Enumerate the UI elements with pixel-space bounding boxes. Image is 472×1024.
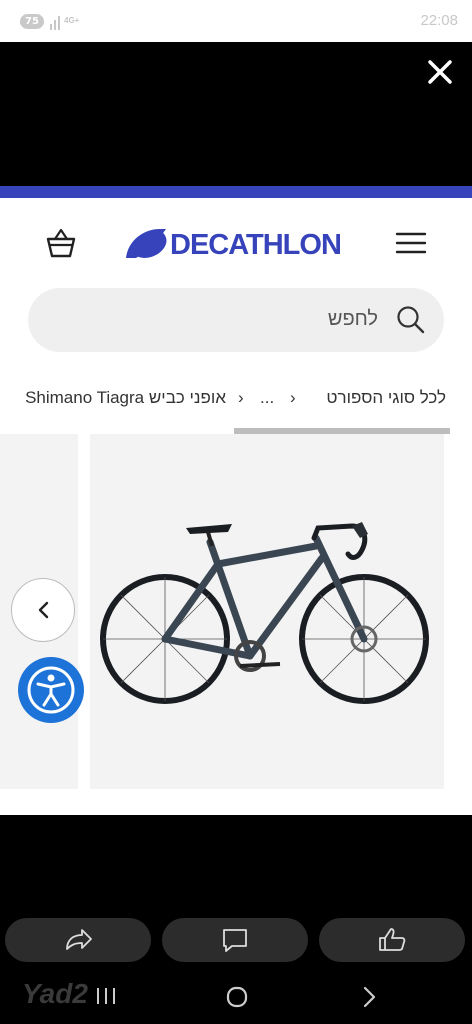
- brand-name: DECATHLON: [170, 229, 341, 260]
- chevron-icon: ›: [238, 388, 244, 407]
- recent-apps-icon[interactable]: [92, 984, 120, 1008]
- close-icon[interactable]: [420, 52, 460, 92]
- status-time: 22:08: [420, 12, 458, 29]
- chevron-icon: ›: [290, 388, 296, 407]
- search-input[interactable]: לחפש: [28, 288, 444, 352]
- signal-icon: 4G+: [50, 16, 80, 30]
- breadcrumb-item-ellipsis[interactable]: ...: [260, 388, 274, 408]
- product-image[interactable]: [90, 434, 444, 789]
- brand-strip: [0, 186, 472, 198]
- cart-icon[interactable]: [44, 226, 78, 260]
- search-icon[interactable]: [396, 305, 426, 335]
- action-bar: [0, 912, 472, 968]
- road-bike-image: [100, 522, 429, 704]
- breadcrumb: לכל סוגי הספורט › ... › אופני כביש Shima…: [0, 384, 472, 414]
- breadcrumb-item-current[interactable]: אופני כביש Shimano Tiagra: [25, 388, 226, 408]
- product-page: DECATHLON לחפש לכל סוגי הספורט › ... › א…: [0, 198, 472, 815]
- status-bar: 75 4G+ 22:08: [0, 0, 472, 42]
- back-icon[interactable]: [358, 984, 382, 1010]
- prev-image-button[interactable]: [11, 578, 75, 642]
- chat-icon: [223, 929, 247, 952]
- search-placeholder: לחפש: [327, 308, 378, 330]
- accessibility-button[interactable]: [18, 657, 84, 723]
- breadcrumb-item-all-sports[interactable]: לכל סוגי הספורט: [326, 388, 446, 408]
- battery-indicator: 75: [20, 14, 44, 29]
- menu-icon[interactable]: [394, 230, 428, 256]
- system-nav-bar: Yad2: [0, 970, 472, 1024]
- decathlon-logo[interactable]: DECATHLON: [124, 226, 354, 260]
- accessibility-icon: [27, 666, 75, 714]
- share-icon: [66, 929, 92, 950]
- chat-button[interactable]: [162, 918, 308, 962]
- thumbs-up-icon: [379, 928, 406, 951]
- watermark-logo: Yad2: [22, 978, 88, 1009]
- like-button[interactable]: [319, 918, 465, 962]
- network-label: 4G+: [64, 16, 80, 25]
- share-button[interactable]: [5, 918, 151, 962]
- chevron-left-icon: [38, 601, 49, 619]
- home-icon[interactable]: [224, 984, 250, 1010]
